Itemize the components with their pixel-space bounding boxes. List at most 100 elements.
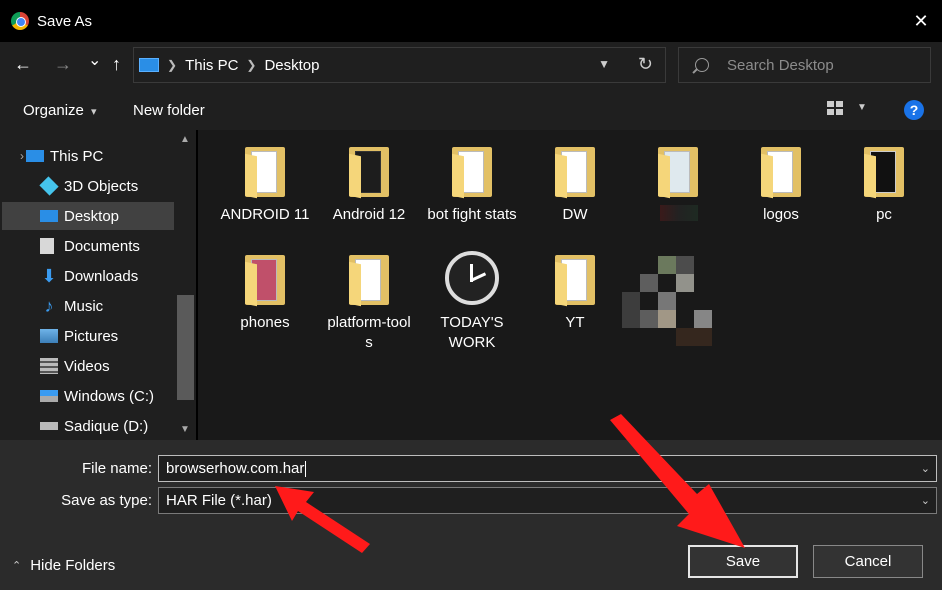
file-item-label: DW xyxy=(562,206,588,223)
cancel-button[interactable]: Cancel xyxy=(813,545,923,578)
sidebar-item-sadique-d[interactable]: Sadique (D:) xyxy=(2,412,174,440)
file-item-label: bot fight stats xyxy=(427,206,517,223)
window-title: Save As xyxy=(37,12,93,30)
sidebar-item-videos[interactable]: Videos xyxy=(2,352,174,380)
scroll-up-icon[interactable]: ▲ xyxy=(180,134,190,145)
folder-icon xyxy=(245,147,285,199)
file-item[interactable]: platform-tools xyxy=(319,255,419,353)
sidebar-item-label: Desktop xyxy=(64,207,120,225)
search-icon xyxy=(695,58,709,72)
file-item[interactable]: pc xyxy=(834,147,934,225)
scrollbar-thumb[interactable] xyxy=(177,295,194,400)
file-name-label: File name: xyxy=(81,460,152,477)
back-button[interactable]: ← xyxy=(14,54,32,75)
picture-icon xyxy=(40,329,58,343)
sidebar-item-downloads[interactable]: ⬇ Downloads xyxy=(2,262,174,290)
sidebar-item-music[interactable]: ♪ Music xyxy=(2,292,174,320)
chevron-up-icon: ⌃ xyxy=(12,560,22,572)
sidebar-item-label: 3D Objects xyxy=(64,177,139,195)
file-name-value[interactable]: browserhow.com.har xyxy=(166,460,304,477)
file-item-label: ANDROID 11 xyxy=(220,206,310,223)
organize-label: Organize xyxy=(23,102,84,119)
expand-icon[interactable]: › xyxy=(20,149,24,163)
sidebar-item-label: Music xyxy=(64,297,104,315)
file-item[interactable]: Android 12 xyxy=(319,147,419,225)
file-item-label: logos xyxy=(763,206,799,223)
sidebar-item-documents[interactable]: Documents xyxy=(2,232,174,260)
sidebar-item-label: Downloads xyxy=(64,267,139,285)
close-button[interactable]: ✕ xyxy=(910,10,932,32)
recent-locations-button[interactable]: ⌄ xyxy=(88,50,101,70)
chevron-down-icon[interactable]: ⌄ xyxy=(921,494,930,507)
file-item[interactable] xyxy=(628,147,728,205)
sidebar-item-label: Windows (C:) xyxy=(64,387,155,405)
sidebar-item-this-pc[interactable]: › This PC xyxy=(20,142,170,170)
download-icon: ⬇ xyxy=(41,266,57,286)
file-item-label: YT xyxy=(565,314,585,331)
folder-icon xyxy=(555,255,595,307)
forward-button[interactable]: → xyxy=(54,54,72,75)
drive-icon xyxy=(40,422,58,430)
new-folder-button[interactable]: New folder xyxy=(133,102,205,119)
file-item[interactable]: ANDROID 11 xyxy=(215,147,315,225)
video-icon xyxy=(40,358,58,374)
chevron-right-icon[interactable]: ❯ xyxy=(167,58,177,72)
file-item-label: platform-tools xyxy=(327,314,411,351)
drive-icon xyxy=(40,390,58,402)
file-item-label: phones xyxy=(240,314,290,331)
save-as-type-label: Save as type: xyxy=(61,492,152,509)
refresh-icon[interactable]: ↻ xyxy=(638,54,653,75)
sidebar-item-pictures[interactable]: Pictures xyxy=(2,322,174,350)
hide-folders-label: Hide Folders xyxy=(30,557,116,574)
chevron-right-icon[interactable]: ❯ xyxy=(246,58,256,72)
redacted-label xyxy=(660,205,698,221)
file-item[interactable]: TODAY'S WORK xyxy=(422,251,522,353)
file-item[interactable]: YT xyxy=(525,255,625,333)
search-input[interactable] xyxy=(727,56,927,74)
sidebar-item-3d-objects[interactable]: 3D Objects xyxy=(2,172,174,200)
chevron-down-icon[interactable]: ▼ xyxy=(598,57,610,71)
folder-icon xyxy=(761,147,801,199)
music-icon: ♪ xyxy=(44,296,54,316)
clock-icon xyxy=(445,251,499,305)
breadcrumb-this-pc[interactable]: This PC xyxy=(185,57,238,74)
folder-icon xyxy=(349,255,389,307)
view-options-icon[interactable] xyxy=(827,101,843,115)
chevron-down-icon[interactable]: ⌄ xyxy=(921,462,930,475)
hide-folders-button[interactable]: ⌃ Hide Folders xyxy=(12,557,115,574)
file-item[interactable]: phones xyxy=(215,255,315,333)
address-bar[interactable]: ❯ This PC ❯ Desktop ▼ ↻ xyxy=(133,47,666,83)
sidebar-item-label: Sadique (D:) xyxy=(64,417,149,435)
pc-icon xyxy=(139,58,159,72)
file-item[interactable]: DW xyxy=(525,147,625,225)
folder-icon xyxy=(452,147,492,199)
pixelated-image-thumbnail[interactable] xyxy=(622,256,722,346)
navigation-pane: › This PC 3D Objects Desktop Documents ⬇… xyxy=(0,130,196,440)
caret-down-icon[interactable]: ▼ xyxy=(857,102,867,113)
sidebar-item-label: This PC xyxy=(50,147,104,165)
text-cursor xyxy=(305,460,307,477)
organize-button[interactable]: Organize ▾ xyxy=(23,102,97,119)
pc-icon xyxy=(26,150,44,162)
folder-icon xyxy=(245,255,285,307)
file-item[interactable]: logos xyxy=(731,147,831,225)
desktop-icon xyxy=(40,210,58,222)
document-icon xyxy=(40,238,54,254)
chrome-icon xyxy=(11,12,29,30)
file-item[interactable]: bot fight stats xyxy=(422,147,522,225)
sidebar-item-windows-c[interactable]: Windows (C:) xyxy=(2,382,174,410)
help-icon[interactable]: ? xyxy=(904,100,924,120)
file-item-label: Android 12 xyxy=(332,206,406,223)
scroll-down-icon[interactable]: ▼ xyxy=(180,424,190,435)
sidebar-item-desktop[interactable]: Desktop xyxy=(2,202,174,230)
file-item-label: TODAY'S WORK xyxy=(440,314,504,351)
title-bar: Save As ✕ xyxy=(0,0,942,42)
folder-icon xyxy=(349,147,389,199)
search-box[interactable] xyxy=(678,47,931,83)
breadcrumb-desktop[interactable]: Desktop xyxy=(264,57,319,74)
up-button[interactable]: ↑ xyxy=(112,54,121,75)
save-as-type-value: HAR File (*.har) xyxy=(166,492,272,509)
annotation-arrow-icon xyxy=(610,414,745,548)
folder-icon xyxy=(658,147,698,199)
folder-icon xyxy=(864,147,904,199)
